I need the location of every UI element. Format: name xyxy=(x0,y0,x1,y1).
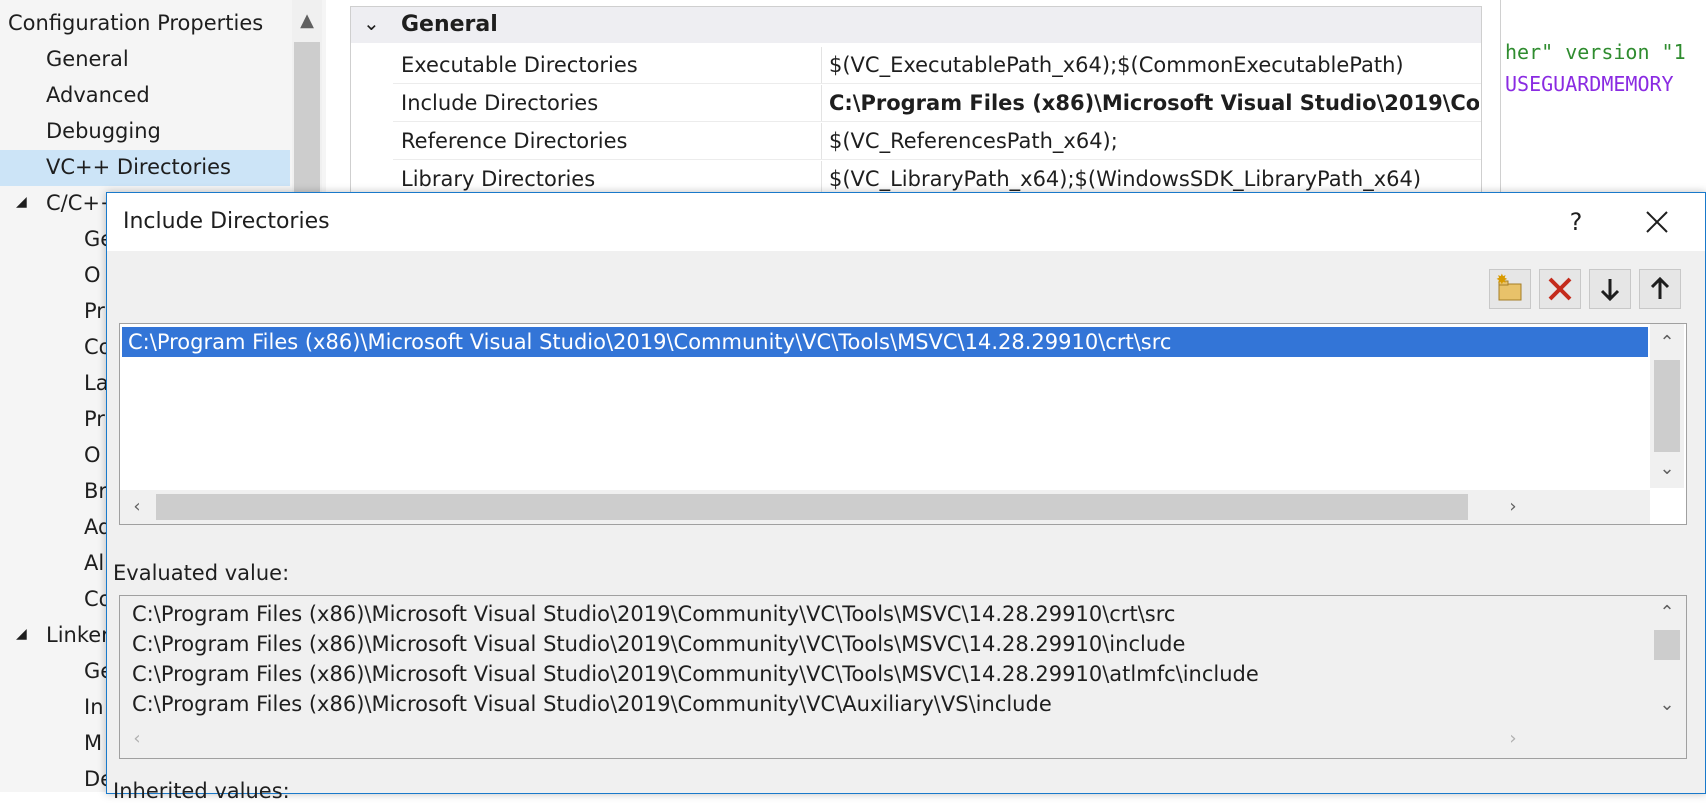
move-up-button[interactable] xyxy=(1639,269,1681,309)
help-button[interactable]: ? xyxy=(1553,199,1599,245)
eval-vertical-scrollbar[interactable]: ⌃ ⌄ xyxy=(1650,596,1684,722)
list-vertical-scrollbar[interactable]: ⌃ ⌄ xyxy=(1650,324,1684,488)
code-line: her" version "1 xyxy=(1505,40,1686,64)
dialog-title: Include Directories xyxy=(123,209,330,234)
evaluated-line: C:\Program Files (x86)\Microsoft Visual … xyxy=(132,692,1052,716)
grid-row[interactable]: Executable Directories $(VC_ExecutablePa… xyxy=(393,47,1481,84)
scroll-down-icon[interactable]: ⌄ xyxy=(1650,452,1684,486)
delete-line-button[interactable] xyxy=(1539,269,1581,309)
evaluated-value-box[interactable]: C:\Program Files (x86)\Microsoft Visual … xyxy=(119,595,1687,759)
svg-text:✸: ✸ xyxy=(1496,272,1508,288)
grid-divider xyxy=(821,85,822,121)
tree-item-linker[interactable]: Linker xyxy=(46,618,110,652)
tree-child-item[interactable]: O xyxy=(84,438,101,472)
tree-item-configuration-properties[interactable]: Configuration Properties xyxy=(8,6,263,40)
list-hscroll-thumb[interactable] xyxy=(156,494,1468,520)
tree-child-item[interactable]: Pr xyxy=(84,402,105,436)
scroll-right-icon[interactable]: › xyxy=(1496,722,1530,756)
tree-scroll-thumb[interactable] xyxy=(294,42,320,192)
arrow-up-icon xyxy=(1650,276,1670,299)
new-line-button[interactable]: ✸ xyxy=(1489,269,1531,309)
scroll-up-icon[interactable]: ⌃ xyxy=(1650,326,1684,360)
grid-divider xyxy=(821,47,822,83)
eval-scroll-thumb[interactable] xyxy=(1654,630,1680,660)
tree-child-item[interactable]: M xyxy=(84,726,102,760)
include-directories-dialog: Include Directories ? ✸ C:\Program Files… xyxy=(106,192,1706,803)
directory-list[interactable]: C:\Program Files (x86)\Microsoft Visual … xyxy=(119,323,1687,525)
grid-row-name: Executable Directories xyxy=(401,53,638,77)
close-icon xyxy=(1646,211,1668,233)
eval-horizontal-scrollbar[interactable]: ‹ › xyxy=(120,722,1650,756)
expand-arrow-icon[interactable]: ◢ xyxy=(16,626,27,642)
dialog-titlebar[interactable]: Include Directories ? xyxy=(107,193,1705,251)
grid-row-name: Include Directories xyxy=(401,91,599,115)
inherited-values-label: Inherited values: xyxy=(113,779,290,803)
expand-arrow-icon[interactable]: ◢ xyxy=(16,194,27,210)
grid-row-name: Reference Directories xyxy=(401,129,628,153)
scroll-up-icon[interactable]: ⌃ xyxy=(1650,596,1684,630)
arrow-down-icon xyxy=(1600,279,1620,302)
grid-row-value: C:\Program Files (x86)\Microsoft Visual … xyxy=(829,91,1479,115)
grid-row-value: $(VC_ReferencesPath_x64); xyxy=(829,129,1118,153)
evaluated-line: C:\Program Files (x86)\Microsoft Visual … xyxy=(132,602,1176,626)
tree-item-advanced[interactable]: Advanced xyxy=(46,78,150,112)
tree-child-item[interactable]: Pr xyxy=(84,294,105,328)
scroll-left-icon[interactable]: ‹ xyxy=(120,490,154,524)
evaluated-value-label: Evaluated value: xyxy=(113,561,290,585)
evaluated-line: C:\Program Files (x86)\Microsoft Visual … xyxy=(132,632,1186,656)
grid-row-value: $(VC_ExecutablePath_x64);$(CommonExecuta… xyxy=(829,53,1404,77)
list-item-selected[interactable]: C:\Program Files (x86)\Microsoft Visual … xyxy=(122,327,1648,357)
list-horizontal-scrollbar[interactable]: ‹ › xyxy=(120,490,1650,524)
property-grid: ⌄ General Executable Directories $(VC_Ex… xyxy=(350,6,1482,198)
tree-child-item[interactable]: La xyxy=(84,366,109,400)
chevron-down-icon[interactable]: ⌄ xyxy=(363,11,380,35)
scroll-up-icon[interactable]: ▲ xyxy=(290,4,324,38)
close-button[interactable] xyxy=(1631,199,1683,245)
tree-item-vc-directories[interactable]: VC++ Directories xyxy=(46,150,231,184)
new-folder-icon: ✸ xyxy=(1496,272,1522,301)
scroll-right-icon[interactable]: › xyxy=(1496,490,1530,524)
move-down-button[interactable] xyxy=(1589,269,1631,309)
tree-child-item[interactable]: O xyxy=(84,258,101,292)
scroll-down-icon[interactable]: ⌄ xyxy=(1650,688,1684,722)
grid-section-header[interactable]: ⌄ General xyxy=(351,7,1481,43)
delete-icon xyxy=(1548,277,1572,301)
tree-child-item[interactable]: In xyxy=(84,690,104,724)
tree-item-general[interactable]: General xyxy=(46,42,129,76)
grid-row[interactable]: Reference Directories $(VC_ReferencesPat… xyxy=(393,123,1481,160)
code-line: USEGUARDMEMORY xyxy=(1505,72,1674,96)
list-scroll-thumb[interactable] xyxy=(1654,360,1680,452)
evaluated-line: C:\Program Files (x86)\Microsoft Visual … xyxy=(132,662,1259,686)
grid-section-title: General xyxy=(401,12,498,37)
grid-divider xyxy=(821,123,822,159)
tree-item-debugging[interactable]: Debugging xyxy=(46,114,161,148)
grid-row[interactable]: Include Directories C:\Program Files (x8… xyxy=(393,85,1481,122)
tree-child-item[interactable]: Br xyxy=(84,474,107,508)
scroll-left-icon[interactable]: ‹ xyxy=(120,722,154,756)
tree-child-item[interactable]: Al xyxy=(84,546,104,580)
